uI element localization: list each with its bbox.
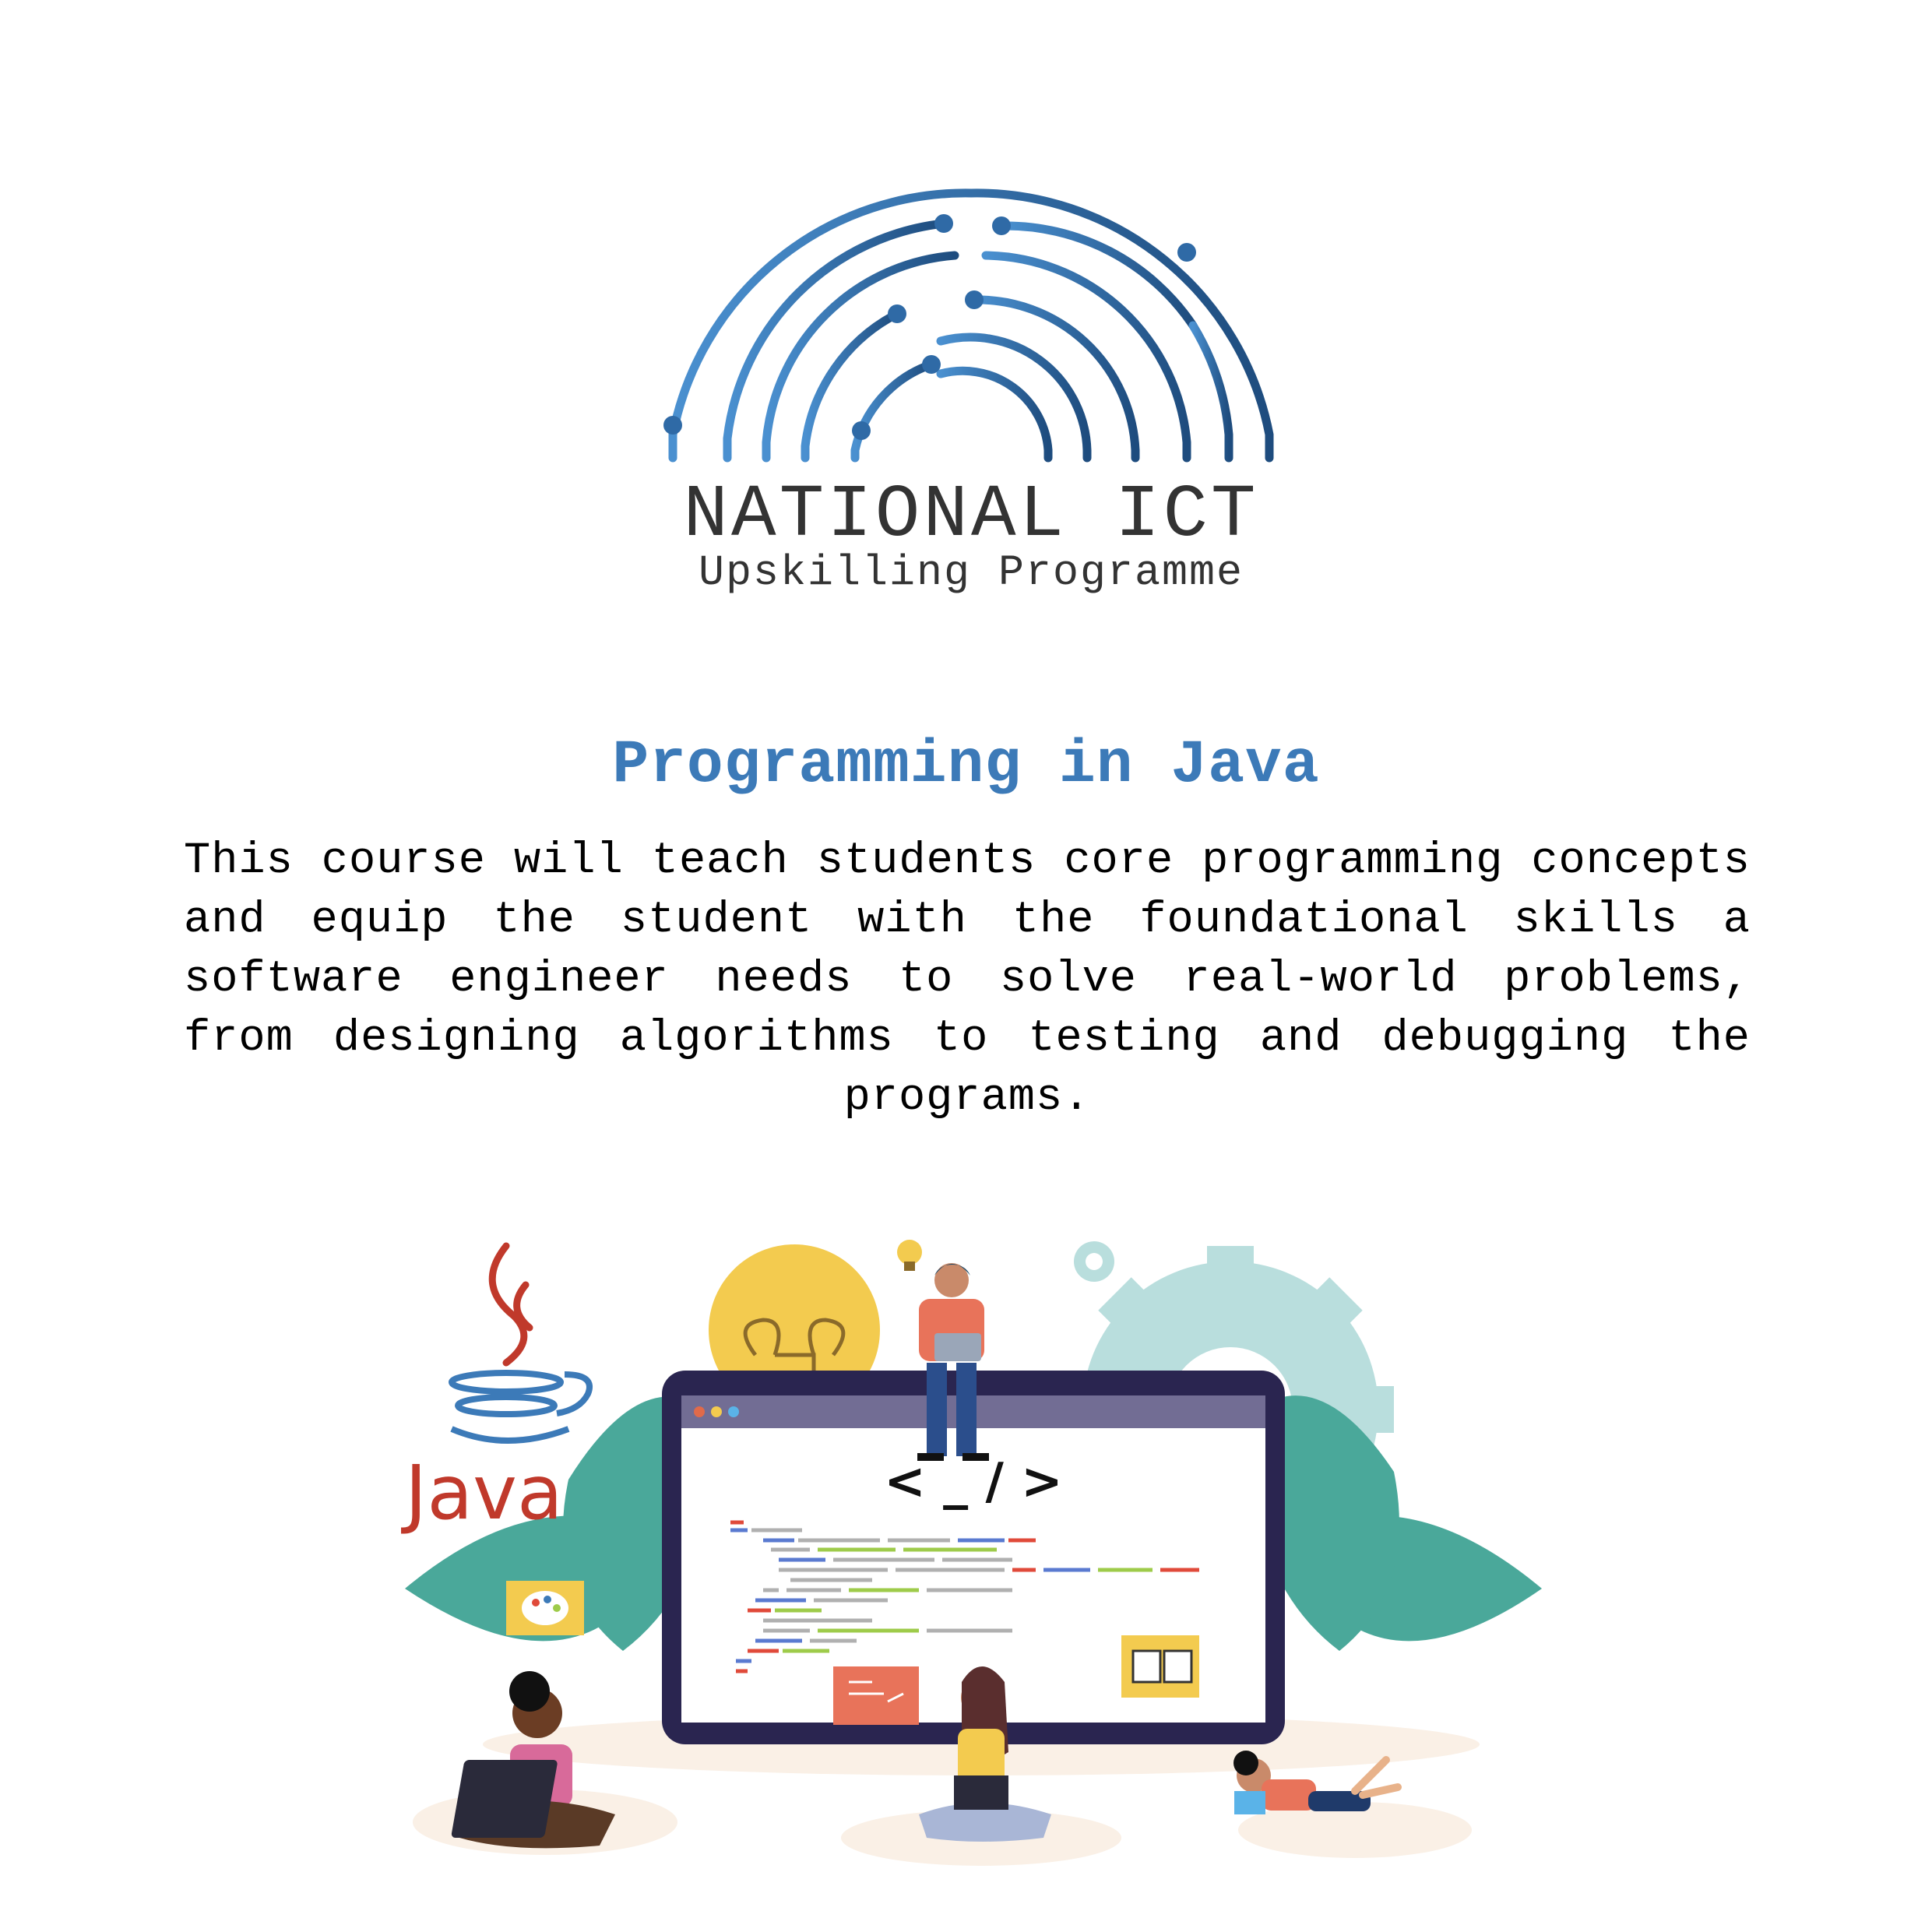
small-gear-icon (1074, 1241, 1114, 1282)
java-brand-logo: Java (401, 1449, 563, 1536)
small-bulb-icon (897, 1240, 922, 1271)
org-name: NATIONAL ICT (683, 473, 1259, 558)
program-logo: NATIONAL ICT Upskilling Programme (651, 178, 1291, 598)
course-title: Programming in Java (612, 731, 1320, 800)
course-description: This course will teach students core pro… (184, 836, 1751, 1123)
whiteboard-icon (833, 1666, 919, 1725)
org-subtitle: Upskilling Programme (698, 548, 1244, 597)
course-illustration: < _ / > Java (401, 1240, 1542, 1866)
book-icon (1121, 1635, 1199, 1698)
palette-icon (506, 1581, 584, 1635)
java-cup-icon (449, 1242, 593, 1444)
logo-arcs-icon (663, 188, 1274, 463)
leaf-right (1246, 1395, 1542, 1651)
code-tag: < _ / > (884, 1453, 1062, 1511)
